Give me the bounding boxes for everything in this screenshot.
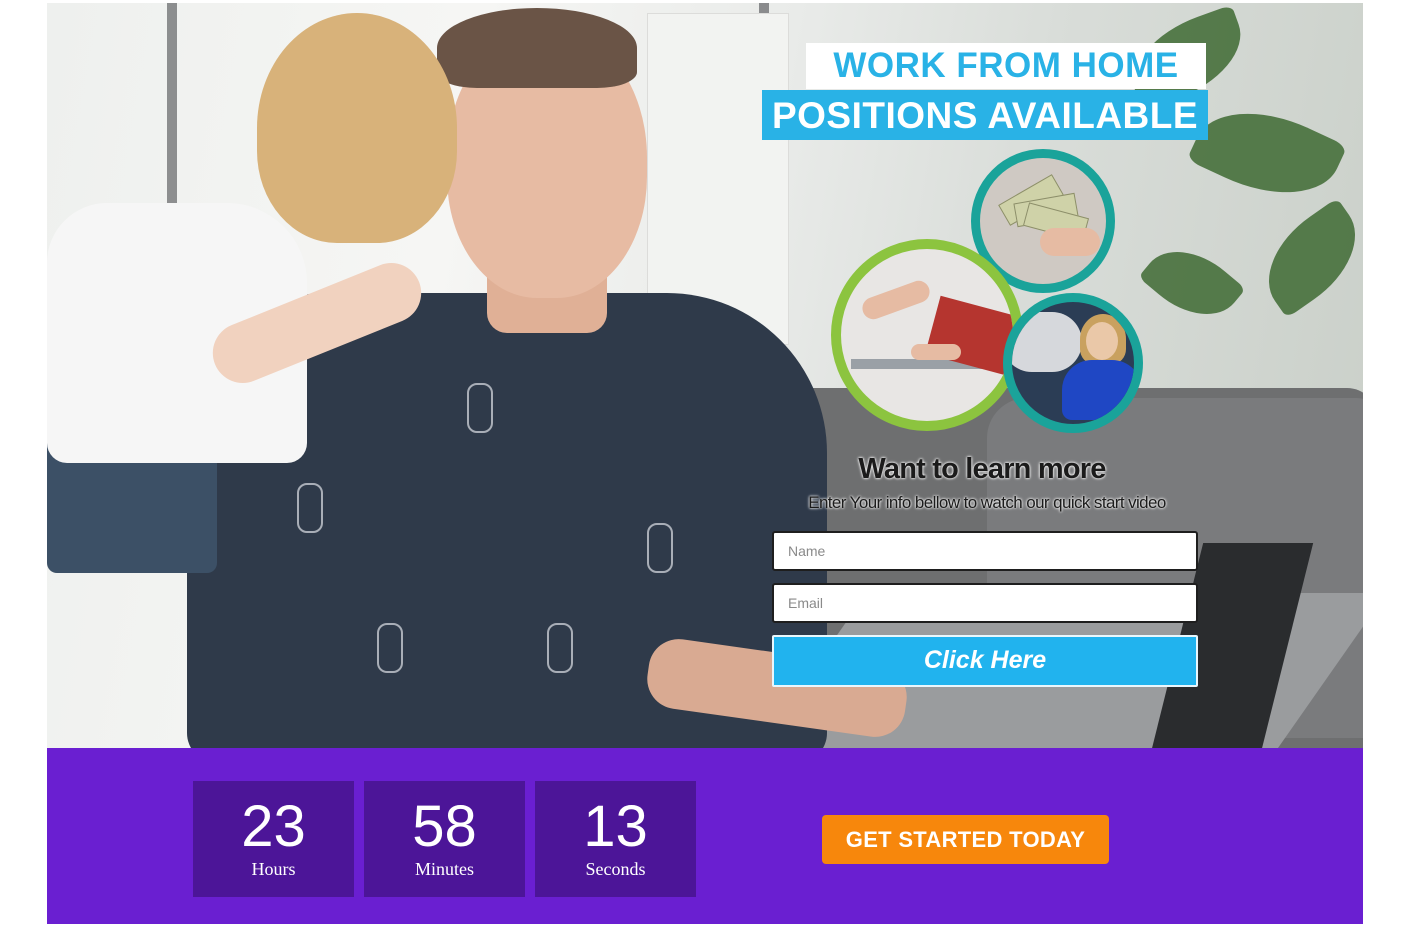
form-subtitle: Enter Your info bellow to watch our quic…	[808, 493, 1166, 512]
woman-top	[1062, 360, 1134, 420]
click-here-button[interactable]: Click Here	[772, 635, 1198, 687]
seconds-label: Seconds	[585, 859, 646, 879]
hand	[911, 344, 961, 360]
shirt-pattern	[377, 623, 403, 673]
driving-photo-circle	[1003, 293, 1143, 433]
minutes-label: Minutes	[414, 859, 474, 879]
countdown-minutes: 58 Minutes	[364, 781, 525, 897]
car-interior	[1012, 312, 1082, 372]
headline-line-1: WORK FROM HOME	[806, 43, 1206, 89]
countdown-hours: 23 Hours	[193, 781, 354, 897]
form-title: Want to learn more	[858, 453, 1106, 485]
minutes-value: 58	[412, 794, 477, 859]
shirt-pattern	[297, 483, 323, 533]
seconds-value: 13	[583, 794, 648, 859]
feet	[859, 277, 933, 323]
landing-page: WORK FROM HOME POSITIONS AVAILABLE Want …	[47, 3, 1363, 924]
girl-hair	[257, 13, 457, 243]
countdown-band: 23 Hours 58 Minutes 13 Seconds GET START…	[47, 748, 1363, 924]
shirt-pattern	[467, 383, 493, 433]
get-started-button[interactable]: GET STARTED TODAY	[822, 815, 1109, 864]
headline-line-2: POSITIONS AVAILABLE	[762, 90, 1208, 140]
hours-value: 23	[241, 794, 306, 859]
hand	[1040, 228, 1100, 256]
relaxing-photo-circle	[831, 239, 1023, 431]
name-input[interactable]	[772, 531, 1198, 571]
email-input[interactable]	[772, 583, 1198, 623]
woman-head	[1086, 322, 1118, 360]
shirt-pattern	[647, 523, 673, 573]
man-hair	[437, 8, 637, 88]
countdown-seconds: 13 Seconds	[535, 781, 696, 897]
shirt-pattern	[547, 623, 573, 673]
hours-label: Hours	[251, 859, 296, 879]
